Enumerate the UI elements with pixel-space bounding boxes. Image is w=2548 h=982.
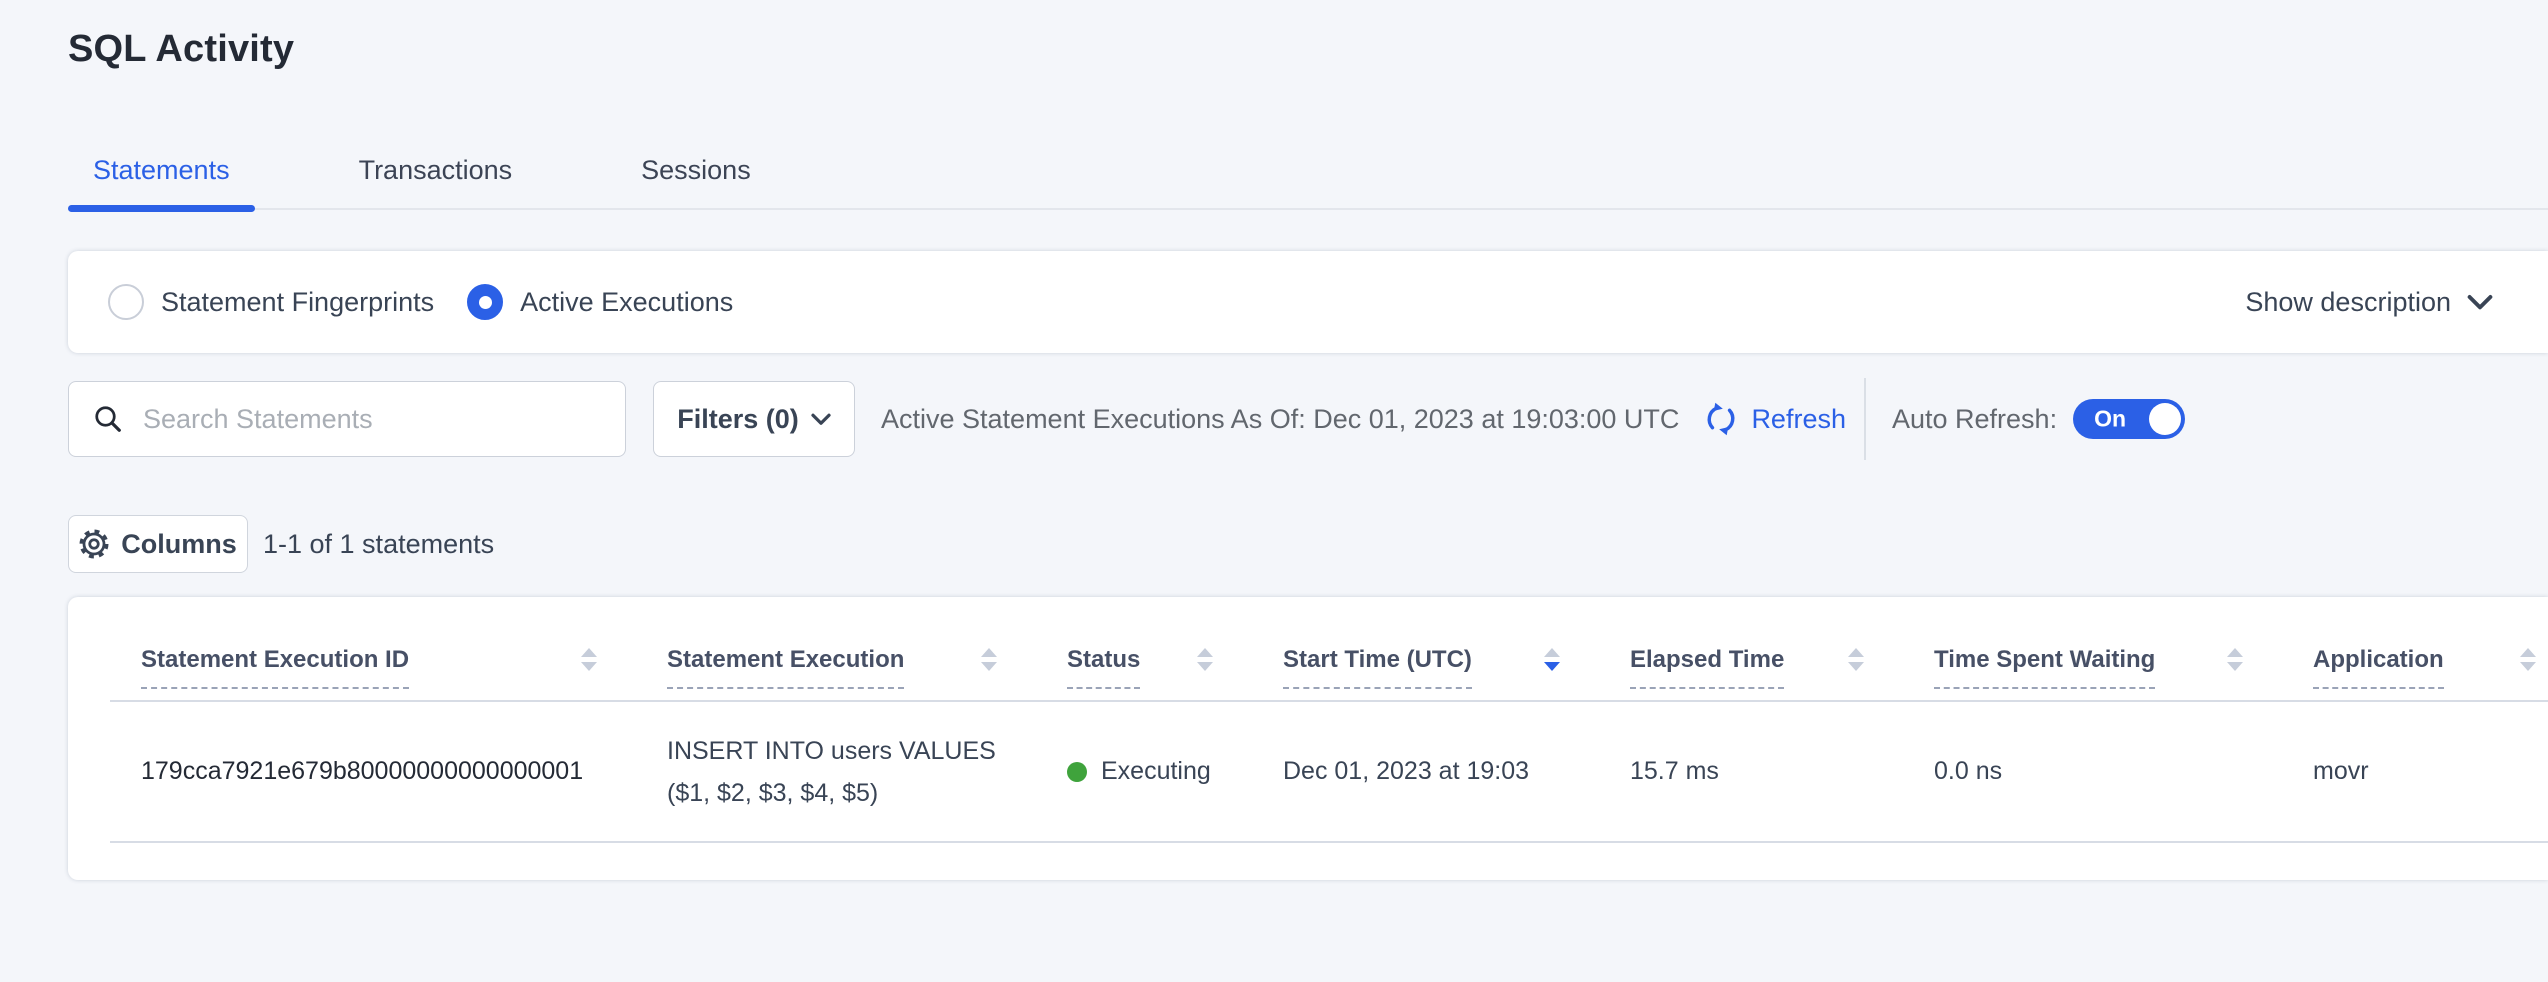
search-box[interactable] [68, 381, 626, 457]
status-executing-icon [1067, 762, 1087, 782]
cell-elapsed-time: 15.7 ms [1630, 757, 1934, 786]
column-header-statement-execution[interactable]: Statement Execution [667, 645, 1067, 689]
column-header-application[interactable]: Application [2313, 645, 2548, 689]
gear-icon [79, 529, 109, 559]
page-title: SQL Activity [68, 28, 294, 71]
sort-icon[interactable] [981, 648, 997, 671]
radio-active-executions[interactable]: Active Executions [467, 284, 733, 320]
radio-label[interactable]: Statement Fingerprints [161, 287, 434, 318]
sort-icon[interactable] [1848, 648, 1864, 671]
cell-application: movr [2313, 757, 2548, 786]
search-input[interactable] [143, 404, 605, 435]
filters-button[interactable]: Filters (0) [653, 381, 855, 457]
tab-transactions[interactable]: Transactions [334, 132, 538, 208]
cell-statement-execution[interactable]: INSERT INTO users VALUES ($1, $2, $3, $4… [667, 730, 1067, 814]
chevron-down-icon [811, 413, 831, 426]
show-description-label[interactable]: Show description [2245, 287, 2451, 318]
chevron-down-icon[interactable] [2467, 294, 2493, 311]
columns-button-label[interactable]: Columns [121, 529, 237, 560]
statements-table-card: Statement Execution ID Statement Executi… [68, 597, 2548, 880]
tab-bar: Statements Transactions Sessions [68, 132, 2548, 210]
refresh-icon[interactable] [1703, 401, 1739, 437]
column-header-start-time[interactable]: Start Time (UTC) [1283, 645, 1630, 689]
cell-status: Executing [1067, 757, 1283, 786]
column-header-time-spent-waiting[interactable]: Time Spent Waiting [1934, 645, 2313, 689]
tab-statements[interactable]: Statements [68, 132, 255, 208]
radio-statement-fingerprints[interactable]: Statement Fingerprints [108, 284, 434, 320]
view-mode-card: Statement Fingerprints Active Executions… [68, 251, 2548, 353]
table-controls-row: Columns 1-1 of 1 statements [68, 515, 2548, 573]
columns-button[interactable]: Columns [68, 515, 248, 573]
column-header-status[interactable]: Status [1067, 645, 1283, 689]
cell-start-time: Dec 01, 2023 at 19:03 [1283, 757, 1630, 786]
status-label: Executing [1101, 757, 1211, 786]
auto-refresh-label: Auto Refresh: [1892, 404, 2057, 435]
search-icon [93, 404, 123, 434]
radio-selected-icon[interactable] [467, 284, 503, 320]
tab-sessions[interactable]: Sessions [616, 132, 776, 208]
radio-dot [479, 296, 492, 309]
filters-button-label[interactable]: Filters (0) [677, 404, 799, 435]
cell-time-spent-waiting: 0.0 ns [1934, 757, 2313, 786]
radio-label[interactable]: Active Executions [520, 287, 733, 318]
table-row: 179cca7921e679b80000000000000001 INSERT … [110, 702, 2548, 843]
refresh-button[interactable]: Refresh [1703, 401, 1846, 437]
sort-icon[interactable] [2227, 648, 2243, 671]
as-of-timestamp: Active Statement Executions As Of: Dec 0… [881, 404, 1679, 435]
column-header-elapsed-time[interactable]: Elapsed Time [1630, 645, 1934, 689]
sort-icon[interactable] [581, 648, 597, 671]
cell-statement-execution-id[interactable]: 179cca7921e679b80000000000000001 [141, 757, 667, 786]
column-header-statement-execution-id[interactable]: Statement Execution ID [141, 645, 667, 689]
sort-icon-active-desc[interactable] [1544, 648, 1560, 671]
refresh-label[interactable]: Refresh [1751, 404, 1846, 435]
result-count: 1-1 of 1 statements [263, 529, 494, 560]
controls-row: Filters (0) Active Statement Executions … [68, 381, 2548, 457]
vertical-divider [1864, 378, 1866, 460]
toggle-knob[interactable] [2149, 403, 2181, 435]
table-header-row: Statement Execution ID Statement Executi… [110, 597, 2548, 702]
sort-icon[interactable] [1197, 648, 1213, 671]
auto-refresh-toggle[interactable]: On [2073, 399, 2185, 439]
toggle-state-label: On [2094, 406, 2126, 433]
radio-unselected-icon[interactable] [108, 284, 144, 320]
sort-icon[interactable] [2520, 648, 2536, 671]
show-description-toggle[interactable]: Show description [2245, 287, 2493, 318]
